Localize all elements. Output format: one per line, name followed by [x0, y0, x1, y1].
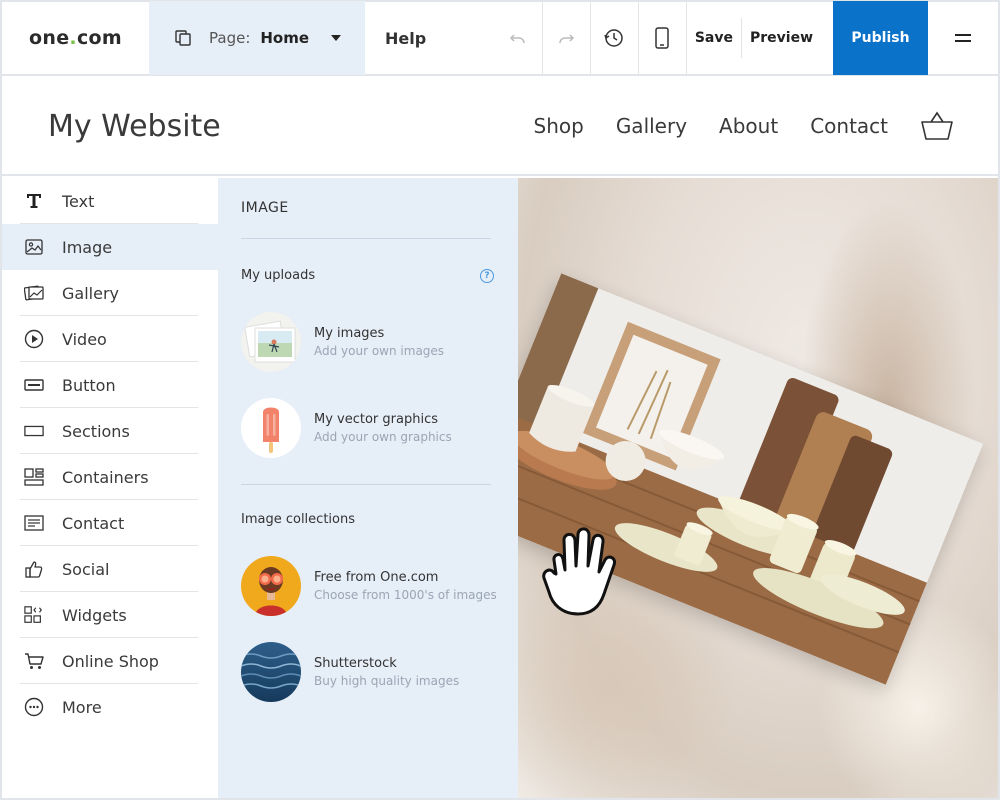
uploads-heading: My uploads: [241, 268, 316, 283]
sidebar-item-sections[interactable]: Sections: [2, 408, 218, 454]
mobile-icon: [655, 27, 670, 49]
sidebar-item-more[interactable]: More: [2, 684, 218, 730]
widgets-icon: [24, 605, 44, 625]
sidebar-item-widgets[interactable]: Widgets: [2, 592, 218, 638]
sidebar-item-label: Video: [62, 329, 107, 349]
menu-icon: [955, 34, 971, 42]
sidebar-item-label: Sections: [62, 421, 130, 441]
logo-dot: .: [69, 27, 77, 49]
button-icon: [24, 375, 44, 395]
history-icon: [604, 29, 624, 47]
redo-icon: [559, 34, 575, 44]
my-images-item[interactable]: My images Add your own images: [241, 312, 444, 372]
nav-link-shop[interactable]: Shop: [534, 114, 584, 138]
cart-icon: [24, 651, 44, 671]
mobile-view-button[interactable]: [639, 1, 687, 75]
logo-text: one: [29, 27, 70, 49]
sidebar-item-contact[interactable]: Contact: [2, 500, 218, 546]
sidebar-item-online-shop[interactable]: Online Shop: [2, 638, 218, 684]
sidebar-item-social[interactable]: Social: [2, 546, 218, 592]
sidebar-item-label: More: [62, 697, 102, 717]
chevron-down-icon: [331, 35, 342, 41]
shutterstock-subtitle: Buy high quality images: [314, 674, 460, 688]
nav-link-gallery[interactable]: Gallery: [616, 114, 687, 138]
my-images-title: My images: [314, 326, 385, 341]
undo-icon: [510, 34, 526, 44]
sidebar-item-label: Widgets: [62, 605, 127, 625]
basket-icon[interactable]: [920, 111, 954, 141]
sidebar-item-image[interactable]: Image: [2, 224, 218, 270]
nav-link-contact[interactable]: Contact: [810, 114, 888, 138]
nav-link-about[interactable]: About: [719, 114, 778, 138]
site-nav: Shop Gallery About Contact: [502, 111, 955, 141]
sidebar-item-label: Button: [62, 375, 116, 395]
sidebar-item-text[interactable]: Text: [2, 178, 218, 224]
page-value: Home: [260, 29, 310, 47]
gallery-icon: [24, 283, 44, 303]
page-label: Page:: [209, 29, 251, 47]
shutterstock-title: Shutterstock: [314, 656, 397, 671]
divider: [241, 484, 491, 485]
sidebar-item-label: Contact: [62, 513, 125, 533]
vector-graphics-title: My vector graphics: [314, 412, 438, 427]
vector-graphics-subtitle: Add your own graphics: [314, 430, 452, 444]
collections-heading: Image collections: [241, 512, 355, 527]
sidebar-item-button[interactable]: Button: [2, 362, 218, 408]
help-icon[interactable]: ?: [480, 269, 494, 283]
sections-icon: [24, 421, 44, 441]
preview-button[interactable]: Preview: [742, 1, 821, 75]
site-title[interactable]: My Website: [48, 109, 221, 144]
sidebar-item-label: Text: [62, 191, 95, 211]
publish-button[interactable]: Publish: [833, 1, 928, 75]
site-header: My Website Shop Gallery About Contact: [2, 78, 998, 176]
vector-graphics-item[interactable]: My vector graphics Add your own graphics: [241, 398, 452, 458]
panel-title: IMAGE: [241, 200, 289, 216]
page-selector[interactable]: Page: Home: [149, 1, 365, 75]
thumbs-up-icon: [24, 559, 44, 579]
image-panel: IMAGE My uploads ? My images Add your ow…: [218, 178, 518, 798]
pages-icon: [175, 30, 191, 46]
free-collection-title: Free from One.com: [314, 570, 439, 585]
containers-icon: [24, 467, 44, 487]
form-icon: [24, 513, 44, 533]
save-button[interactable]: Save: [687, 1, 741, 75]
shutterstock-thumbnail: [241, 642, 301, 702]
sidebar-item-label: Containers: [62, 467, 149, 487]
my-images-thumbnail: [241, 312, 301, 372]
logo[interactable]: one. com: [2, 27, 149, 49]
grab-hand-icon: [532, 516, 632, 626]
history-button[interactable]: [591, 1, 639, 75]
image-icon: [24, 237, 44, 257]
sidebar-item-label: Social: [62, 559, 110, 579]
sidebar-item-label: Gallery: [62, 283, 119, 303]
shutterstock-item[interactable]: Shutterstock Buy high quality images: [241, 642, 459, 702]
menu-button[interactable]: [928, 1, 998, 75]
more-icon: [24, 697, 44, 717]
sidebar-item-video[interactable]: Video: [2, 316, 218, 362]
play-circle-icon: [24, 329, 44, 349]
sidebar-item-label: Image: [62, 237, 113, 257]
text-icon: [24, 191, 44, 211]
free-collection-subtitle: Choose from 1000's of images: [314, 588, 497, 602]
sidebar-item-containers[interactable]: Containers: [2, 454, 218, 500]
editor-canvas[interactable]: [518, 178, 998, 798]
sidebar-item-gallery[interactable]: Gallery: [2, 270, 218, 316]
editor-toolbar: one. com Page: Home Help Save Preview Pub…: [2, 1, 998, 76]
undo-button[interactable]: [495, 1, 543, 75]
element-sidebar: Text Image Gallery Video Button Sections: [2, 178, 218, 798]
free-collection-thumbnail: [241, 556, 301, 616]
popsicle-icon: [241, 398, 301, 458]
logo-suffix: com: [76, 27, 122, 49]
redo-button[interactable]: [543, 1, 591, 75]
divider: [241, 238, 491, 239]
free-collection-item[interactable]: Free from One.com Choose from 1000's of …: [241, 556, 497, 616]
sidebar-item-label: Online Shop: [62, 651, 159, 671]
my-images-subtitle: Add your own images: [314, 344, 445, 358]
help-button[interactable]: Help: [385, 29, 426, 48]
